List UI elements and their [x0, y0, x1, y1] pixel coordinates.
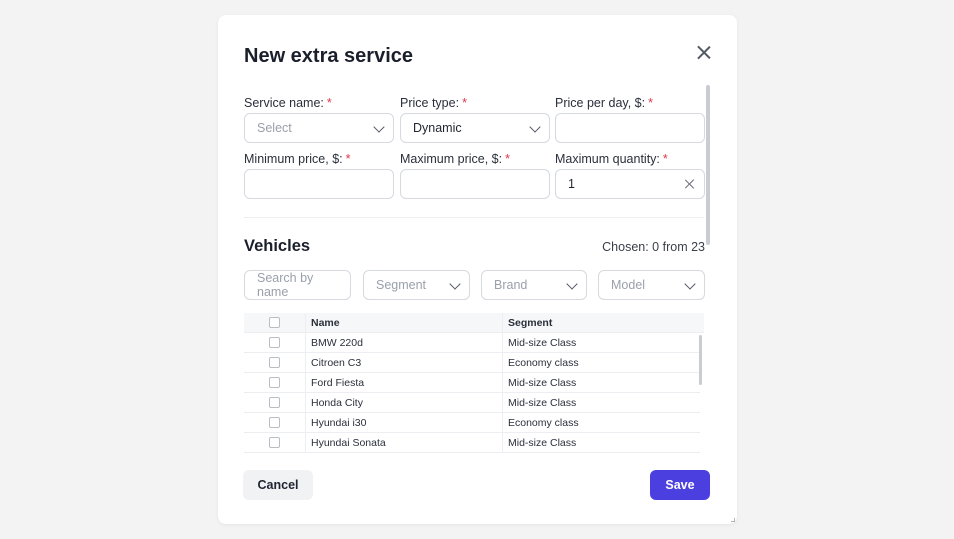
row-checkbox[interactable] — [269, 417, 280, 428]
segment-column-header: Segment — [508, 317, 553, 329]
price-per-day-label: Price per day, $: * — [555, 96, 653, 110]
segment-filter-placeholder: Segment — [376, 278, 427, 292]
resize-grip-icon[interactable] — [731, 518, 735, 522]
brand-filter-select[interactable]: Brand — [481, 270, 587, 300]
row-checkbox[interactable] — [269, 397, 280, 408]
model-filter-placeholder: Model — [611, 278, 646, 292]
table-row[interactable]: Citroen C3 Economy class — [244, 353, 700, 373]
row-name: Hyundai i30 — [311, 417, 367, 429]
table-row[interactable]: Hyundai i30 Economy class — [244, 413, 700, 433]
vehicle-search-placeholder: Search by name — [257, 271, 314, 299]
table-row[interactable]: Hyundai Sonata Mid-size Class — [244, 433, 700, 453]
maximum-quantity-value: 1 — [568, 177, 575, 191]
table-row[interactable]: Ford Fiesta Mid-size Class — [244, 373, 700, 393]
close-icon[interactable] — [696, 45, 712, 61]
price-type-label: Price type: * — [400, 96, 467, 110]
row-name: BMW 220d — [311, 337, 363, 349]
row-segment: Mid-size Class — [508, 377, 577, 389]
table-scrollbar[interactable] — [699, 333, 703, 453]
maximum-price-input[interactable] — [400, 169, 550, 199]
row-name: Honda City — [311, 397, 363, 409]
row-segment: Economy class — [508, 357, 579, 369]
clear-icon[interactable] — [684, 179, 694, 189]
row-segment: Economy class — [508, 417, 579, 429]
price-type-select[interactable]: Dynamic — [400, 113, 550, 143]
service-name-placeholder: Select — [257, 121, 292, 135]
row-checkbox[interactable] — [269, 357, 280, 368]
modal-scrollbar[interactable] — [706, 85, 710, 385]
price-type-value: Dynamic — [413, 121, 462, 135]
chevron-down-icon — [529, 121, 541, 133]
modal-scrollbar-thumb[interactable] — [706, 85, 710, 245]
select-all-checkbox[interactable] — [269, 317, 280, 328]
save-button[interactable]: Save — [650, 470, 710, 500]
maximum-price-label: Maximum price, $: * — [400, 152, 510, 166]
service-name-select[interactable]: Select — [244, 113, 394, 143]
table-header: Name Segment — [244, 313, 704, 333]
row-segment: Mid-size Class — [508, 337, 577, 349]
table-row[interactable]: Honda City Mid-size Class — [244, 393, 700, 413]
model-filter-select[interactable]: Model — [598, 270, 705, 300]
row-name: Citroen C3 — [311, 357, 362, 369]
maximum-quantity-label: Maximum quantity: * — [555, 152, 668, 166]
cancel-button[interactable]: Cancel — [243, 470, 313, 500]
name-column-header: Name — [311, 317, 340, 329]
modal-title: New extra service — [244, 45, 414, 67]
vehicle-search-input[interactable]: Search by name — [244, 270, 351, 300]
table-row[interactable]: BMW 220d Mid-size Class — [244, 333, 700, 353]
minimum-price-label: Minimum price, $: * — [244, 152, 351, 166]
maximum-quantity-input[interactable]: 1 — [555, 169, 705, 199]
chevron-down-icon — [373, 121, 385, 133]
chosen-count: Chosen: 0 from 23 — [602, 240, 705, 254]
price-per-day-input[interactable] — [555, 113, 705, 143]
row-segment: Mid-size Class — [508, 397, 577, 409]
vehicles-title: Vehicles — [244, 237, 311, 255]
vehicles-table: Name Segment BMW 220d Mid-size Class Cit… — [244, 313, 704, 453]
row-name: Ford Fiesta — [311, 377, 365, 389]
minimum-price-input[interactable] — [244, 169, 394, 199]
segment-filter-select[interactable]: Segment — [363, 270, 470, 300]
brand-filter-placeholder: Brand — [494, 278, 528, 292]
new-extra-service-modal: New extra service Service name: * Select … — [218, 15, 737, 524]
row-checkbox[interactable] — [269, 377, 280, 388]
row-checkbox[interactable] — [269, 337, 280, 348]
chevron-down-icon — [449, 278, 461, 290]
row-checkbox[interactable] — [269, 437, 280, 448]
chevron-down-icon — [566, 278, 578, 290]
section-divider — [244, 217, 704, 218]
row-segment: Mid-size Class — [508, 437, 577, 449]
table-scrollbar-thumb[interactable] — [699, 335, 702, 385]
service-name-label: Service name: * — [244, 96, 332, 110]
chevron-down-icon — [684, 278, 696, 290]
row-name: Hyundai Sonata — [311, 437, 386, 449]
